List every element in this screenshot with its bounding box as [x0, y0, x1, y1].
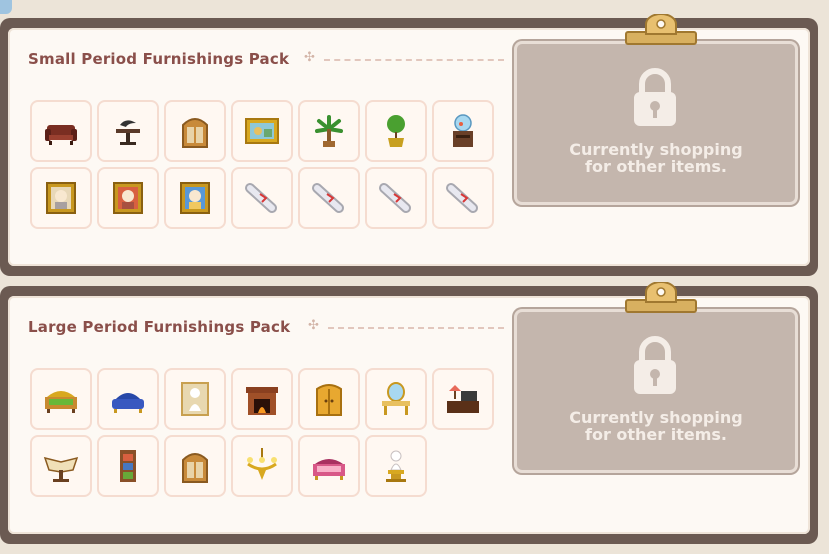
item-slot[interactable] — [231, 435, 293, 497]
chandelier-icon — [247, 448, 277, 480]
locked-overlay: Currently shopping for other items. — [514, 309, 798, 473]
item-slot[interactable] — [231, 100, 293, 162]
recipe-scroll-icon — [245, 183, 277, 213]
potted-shrub-icon — [387, 115, 405, 147]
item-slot[interactable] — [365, 100, 427, 162]
recipe-scroll-icon — [379, 183, 411, 213]
item-slot[interactable] — [30, 435, 92, 497]
item-slot[interactable] — [298, 368, 360, 430]
pack-title: Small Period Furnishings Pack — [28, 50, 290, 68]
title-divider — [324, 59, 504, 61]
blue-sofa-icon — [112, 393, 144, 413]
locked-message-line2: for other items. — [584, 157, 727, 176]
item-slot[interactable] — [298, 435, 360, 497]
item-slot[interactable] — [97, 100, 159, 162]
portrait-icon — [46, 182, 76, 214]
locked-message: Currently shopping for other items. — [517, 409, 795, 443]
item-slot[interactable] — [231, 368, 293, 430]
item-slot[interactable] — [432, 368, 494, 430]
portrait-icon — [113, 182, 143, 214]
item-slot[interactable] — [365, 167, 427, 229]
locked-message-line1: Currently shopping — [569, 408, 743, 427]
wooden-window-icon — [182, 118, 208, 148]
sparkle-icon: ✣ — [308, 318, 319, 333]
locked-message-line2: for other items. — [584, 425, 727, 444]
padlock-icon — [634, 68, 676, 126]
item-slot[interactable] — [30, 100, 92, 162]
wardrobe-icon — [316, 384, 342, 416]
item-slot[interactable] — [298, 100, 360, 162]
item-slot[interactable] — [97, 435, 159, 497]
sofa-icon — [45, 125, 77, 145]
locked-overlay: Currently shopping for other items. — [514, 41, 798, 205]
item-slot[interactable] — [164, 368, 226, 430]
item-slot[interactable] — [164, 435, 226, 497]
large-pack-content: Large Period Furnishings Pack ✣ Currentl… — [8, 296, 810, 534]
item-slot[interactable] — [30, 167, 92, 229]
bird-statue-table-icon — [116, 120, 140, 145]
item-slot[interactable] — [298, 167, 360, 229]
statue-pedestal-icon — [386, 450, 406, 482]
item-slot[interactable] — [30, 368, 92, 430]
item-slot[interactable] — [164, 100, 226, 162]
recipe-scroll-icon — [446, 183, 478, 213]
framed-painting-icon — [245, 118, 279, 144]
item-slot[interactable] — [164, 167, 226, 229]
clipboard-clip-icon — [625, 282, 697, 313]
bookshelf-icon — [120, 450, 136, 482]
fishbowl-cabinet-icon — [453, 114, 473, 147]
small-pack-content: Small Period Furnishings Pack ✣ Currentl… — [8, 28, 810, 266]
sparkle-icon: ✣ — [304, 50, 315, 65]
corner-gem-icon — [0, 0, 12, 14]
title-divider — [328, 327, 504, 329]
large-pack-panel: Large Period Furnishings Pack ✣ Currentl… — [0, 286, 818, 544]
recipe-scroll-icon — [312, 183, 344, 213]
item-slot[interactable] — [97, 368, 159, 430]
wooden-window-icon — [182, 453, 208, 483]
item-slot[interactable] — [97, 167, 159, 229]
book-lectern-icon — [43, 456, 79, 482]
locked-message: Currently shopping for other items. — [517, 141, 795, 175]
clipboard-clip-icon — [625, 14, 697, 45]
statue-frame-icon — [181, 382, 209, 416]
pink-bed-icon — [313, 459, 345, 480]
item-slot[interactable] — [432, 100, 494, 162]
portrait-icon — [180, 182, 210, 214]
item-slot[interactable] — [365, 368, 427, 430]
item-slot[interactable] — [231, 167, 293, 229]
item-slot[interactable] — [432, 167, 494, 229]
small-pack-panel: Small Period Furnishings Pack ✣ Currentl… — [0, 18, 818, 276]
bed-icon — [45, 391, 77, 413]
pack-title: Large Period Furnishings Pack — [28, 318, 291, 336]
palm-plant-icon — [315, 115, 343, 147]
vanity-mirror-icon — [382, 382, 410, 415]
padlock-icon — [634, 336, 676, 394]
item-slot[interactable] — [365, 435, 427, 497]
fireplace-icon — [246, 387, 278, 415]
locked-message-line1: Currently shopping — [569, 140, 743, 159]
desk-lamp-icon — [447, 385, 479, 413]
